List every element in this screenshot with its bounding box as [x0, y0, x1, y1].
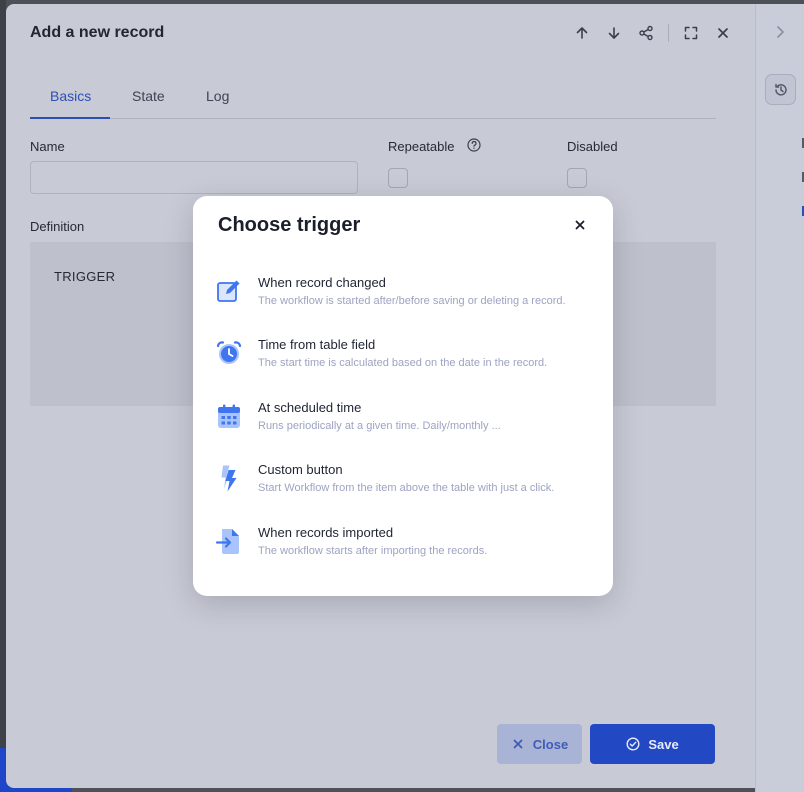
trigger-option-time-from-field[interactable]: Time from table field The start time is …	[215, 337, 595, 389]
name-label: Name	[30, 139, 65, 154]
close-button[interactable]: Close	[497, 724, 582, 764]
option-title: When record changed	[258, 275, 386, 290]
tab-log[interactable]: Log	[206, 88, 229, 104]
option-title: Time from table field	[258, 337, 376, 352]
panel-toolbar	[560, 23, 733, 43]
close-icon[interactable]	[713, 23, 733, 43]
lightning-icon	[215, 464, 243, 492]
definition-label: Definition	[30, 219, 85, 234]
disabled-checkbox[interactable]	[567, 168, 587, 188]
arrow-up-icon[interactable]	[572, 23, 592, 43]
trigger-option-records-imported[interactable]: When records imported The workflow start…	[215, 525, 595, 577]
trigger-option-record-changed[interactable]: When record changed The workflow is star…	[215, 275, 595, 327]
dialog-title: Choose trigger	[218, 214, 361, 236]
repeatable-label: Repeatable	[388, 139, 455, 154]
history-icon	[774, 83, 787, 96]
rail-markers	[800, 134, 804, 234]
option-description: The workflow starts after importing the …	[258, 545, 488, 557]
trigger-label: TRIGGER	[54, 269, 116, 284]
file-import-icon	[215, 527, 243, 555]
option-description: The workflow is started after/before sav…	[258, 295, 566, 307]
disabled-label: Disabled	[567, 139, 618, 154]
tab-state[interactable]: State	[132, 88, 165, 104]
panel-title: Add a new record	[30, 24, 165, 41]
chevron-right-icon[interactable]	[770, 22, 790, 42]
name-input[interactable]	[30, 161, 358, 194]
trigger-option-custom-button[interactable]: Custom button Start Workflow from the it…	[215, 462, 595, 514]
active-tab-indicator	[30, 117, 110, 119]
option-description: Runs periodically at a given time. Daily…	[258, 420, 501, 432]
alarm-clock-icon	[215, 339, 243, 367]
choose-trigger-dialog: Choose trigger When record changed The w…	[193, 196, 613, 596]
tab-basics[interactable]: Basics	[50, 88, 91, 104]
check-circle-icon	[626, 737, 640, 751]
right-rail	[755, 4, 804, 792]
repeatable-checkbox[interactable]	[388, 168, 408, 188]
tab-bar: Basics State Log	[30, 82, 716, 119]
save-button-label: Save	[648, 736, 679, 752]
edit-icon	[215, 277, 243, 305]
toolbar-divider	[668, 24, 669, 42]
trigger-option-scheduled-time[interactable]: At scheduled time Runs periodically at a…	[215, 400, 595, 452]
fullscreen-icon[interactable]	[681, 23, 701, 43]
close-icon	[511, 737, 525, 751]
option-title: Custom button	[258, 462, 343, 477]
option-title: When records imported	[258, 525, 394, 540]
option-description: The start time is calculated based on th…	[258, 357, 548, 369]
option-description: Start Workflow from the item above the t…	[258, 482, 555, 494]
calendar-icon	[215, 402, 243, 430]
close-icon[interactable]	[573, 218, 587, 232]
help-icon[interactable]	[467, 138, 481, 152]
history-button[interactable]	[765, 74, 796, 105]
share-icon[interactable]	[636, 23, 656, 43]
save-button[interactable]: Save	[590, 724, 715, 764]
option-title: At scheduled time	[258, 400, 362, 415]
close-button-label: Close	[532, 736, 569, 752]
arrow-down-icon[interactable]	[604, 23, 624, 43]
